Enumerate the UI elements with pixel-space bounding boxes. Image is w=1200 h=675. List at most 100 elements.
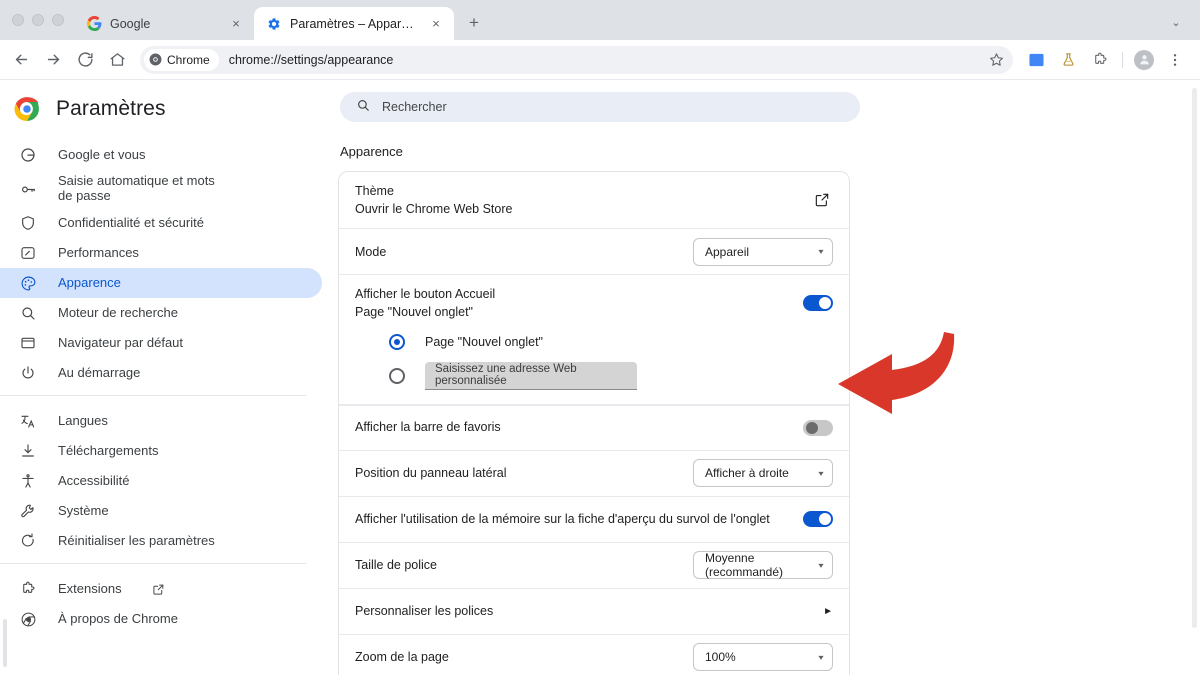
puzzle-piece-icon [18,579,38,599]
row-title: Thème [355,184,394,198]
download-icon [18,441,38,461]
address-bar-url: chrome://settings/appearance [228,52,394,67]
font-size-select[interactable]: Moyenne (recommandé) ▾ [693,551,833,579]
sidebar-item-reinitialiser[interactable]: Réinitialiser les paramètres [0,526,322,556]
blue-square-icon[interactable] [1021,45,1051,75]
row-bookmarks-bar-text: Afficher la barre de favoris [355,408,803,446]
sidebar-nav: Google et vous Saisie automatique et mot… [0,138,338,634]
close-icon[interactable]: × [428,16,444,32]
custom-url-input[interactable]: Saisissez une adresse Web personnalisée [425,361,637,390]
sidebar-item-label: Navigateur par défaut [58,334,184,350]
search-icon [18,303,38,323]
row-home-button-text: Afficher le bouton Accueil Page "Nouvel … [355,275,803,331]
open-in-new-icon[interactable] [152,582,166,596]
sidebar-item-saisie-automatique[interactable]: Saisie automatique et mots de passe [0,170,322,208]
settings-sidebar: Paramètres Google et vous Saisie automat… [0,80,338,675]
sidebar-item-a-propos-de-chrome[interactable]: À propos de Chrome [0,604,322,634]
radio-label: Page "Nouvel onglet" [425,334,543,349]
row-theme[interactable]: Thème Ouvrir le Chrome Web Store [339,172,849,230]
new-tab-button[interactable]: + [460,9,488,37]
browser-toolbar: Chrome chrome://settings/appearance [0,40,1200,80]
palette-icon [18,273,38,293]
toolbar-divider [1122,51,1123,68]
forward-button[interactable] [38,45,68,75]
chevron-right-icon: ► [823,605,833,617]
tab-title: Paramètres – Apparence [290,16,420,31]
radio-custom-url[interactable] [389,367,405,384]
sidebar-item-systeme[interactable]: Système [0,496,322,526]
minimize-window-button[interactable] [32,14,44,26]
appearance-content: Apparence Thème Ouvrir le Chrome Web Sto… [338,144,850,675]
sidebar-divider-2 [0,563,306,564]
memory-usage-toggle[interactable] [803,511,833,527]
home-button[interactable] [102,45,132,75]
chevron-down-icon[interactable]: ⌄ [1164,10,1188,34]
sidebar-item-label: Système [58,502,109,518]
profile-avatar[interactable] [1130,46,1158,74]
flask-icon[interactable] [1053,45,1083,75]
row-home-button: Afficher le bouton Accueil Page "Nouvel … [339,275,849,331]
maximize-window-button[interactable] [52,14,64,26]
back-button[interactable] [6,45,36,75]
sidebar-divider-1 [0,395,306,396]
close-window-button[interactable] [12,14,24,26]
sidebar-item-apparence[interactable]: Apparence [0,268,322,298]
chrome-logo-icon [14,96,40,122]
search-icon [356,98,370,117]
select-value: Appareil [705,244,750,259]
bookmark-star-icon[interactable] [983,47,1009,73]
sidebar-item-confidentialite[interactable]: Confidentialité et sécurité [0,208,322,238]
sidebar-item-label: À propos de Chrome [58,610,178,626]
page-zoom-select[interactable]: 100% ▾ [693,643,833,671]
google-g-icon [18,145,38,165]
window-traffic-lights [8,0,74,40]
chevron-down-icon: ▾ [818,652,824,662]
main-scrollbar[interactable] [1192,88,1197,628]
row-font-size: Taille de police Moyenne (recommandé) ▾ [339,543,849,589]
sidebar-item-telechargements[interactable]: Téléchargements [0,436,322,466]
open-in-new-icon[interactable] [811,189,833,211]
row-title: Taille de police [355,557,437,572]
tab-settings-apparence[interactable]: Paramètres – Apparence × [254,7,454,40]
home-option-newtab[interactable]: Page "Nouvel onglet" [355,333,833,350]
row-bookmarks-bar: Afficher la barre de favoris [339,404,849,451]
sidebar-item-label: Au démarrage [58,364,141,380]
address-bar[interactable]: Chrome chrome://settings/appearance [140,45,1013,74]
bookmarks-bar-toggle[interactable] [803,419,833,436]
select-value: Afficher à droite [705,466,789,480]
sidebar-item-extensions[interactable]: Extensions [0,574,322,604]
shield-icon [18,213,38,233]
radio-new-tab-page[interactable] [389,333,405,350]
sidebar-item-performances[interactable]: Performances [0,238,322,268]
tab-google[interactable]: Google × [74,7,254,40]
row-home-options: Page "Nouvel onglet" Saisissez une adres… [339,332,849,405]
row-customize-fonts[interactable]: Personnaliser les polices ► [339,589,849,635]
three-dot-menu-icon[interactable] [1160,45,1190,75]
row-subtitle: Ouvrir le Chrome Web Store [355,202,513,217]
row-memory-usage: Afficher l'utilisation de la mémoire sur… [339,497,849,543]
sidebar-item-moteur-de-recherche[interactable]: Moteur de recherche [0,298,322,328]
row-customize-fonts-text: Personnaliser les polices [355,592,823,630]
reload-button[interactable] [70,45,100,75]
search-input[interactable]: Rechercher [340,92,860,122]
chevron-down-icon: ▾ [818,468,824,478]
sidebar-item-langues[interactable]: Langues [0,406,322,436]
speedometer-icon [18,243,38,263]
sidebar-item-au-demarrage[interactable]: Au démarrage [0,358,322,388]
chrome-origin-chip[interactable]: Chrome [144,48,219,71]
sidebar-scrollbar[interactable] [3,619,7,667]
chevron-down-icon: ▾ [818,560,824,570]
power-icon [18,363,38,383]
side-panel-select[interactable]: Afficher à droite ▾ [693,459,833,487]
home-button-toggle[interactable] [803,295,833,312]
home-option-custom-url[interactable]: Saisissez une adresse Web personnalisée [355,361,833,390]
sidebar-item-label: Google et vous [58,146,146,162]
sidebar-item-accessibilite[interactable]: Accessibilité [0,466,322,496]
sidebar-item-google-et-vous[interactable]: Google et vous [0,140,322,170]
close-icon[interactable]: × [228,16,244,32]
google-icon [86,16,102,32]
settings-page: Paramètres Google et vous Saisie automat… [0,80,1200,675]
sidebar-item-navigateur-par-defaut[interactable]: Navigateur par défaut [0,328,322,358]
extensions-puzzle-icon[interactable] [1085,45,1115,75]
mode-select[interactable]: Appareil ▾ [693,237,833,266]
